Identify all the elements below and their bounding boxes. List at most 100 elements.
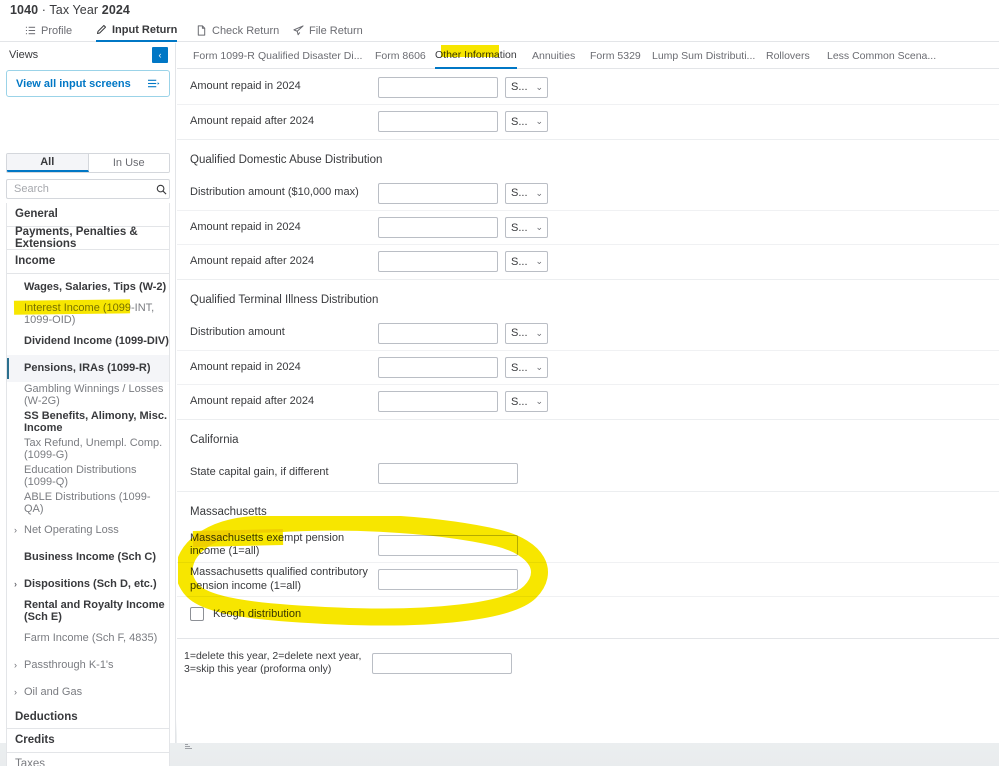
field-label: Amount repaid in 2024 (190, 80, 301, 93)
qti-amount-repaid-in-2024-input[interactable] (378, 357, 498, 378)
resize-grip[interactable] (185, 742, 194, 751)
form-tab-rollovers[interactable]: Rollovers (766, 43, 810, 69)
section-title: Massachusetts (177, 491, 999, 528)
sidebar-group-general[interactable]: General (7, 203, 169, 227)
section-title: California (177, 419, 999, 456)
state-select[interactable]: S... ⌄ (505, 357, 548, 378)
ma-qualified-contributory-pension-income-input[interactable] (378, 569, 518, 590)
sidebar-group-income[interactable]: Income (7, 250, 169, 274)
state-select[interactable]: S... ⌄ (505, 322, 548, 344)
continued-fields-group: Amount repaid in 2024 S... ⌄ Amount repa… (177, 69, 999, 138)
chevron-down-icon: ⌄ (535, 222, 543, 232)
sidebar-item-ss-benefits-alimony-misc-income[interactable]: SS Benefits, Alimony, Misc. Income (7, 408, 169, 436)
sidebar-item-label: Payments, Penalties & Extensions (15, 225, 138, 250)
active-item-marker (7, 357, 9, 379)
proforma-input[interactable] (372, 652, 512, 674)
chevron-right-icon: › (14, 524, 17, 535)
qda-amount-repaid-after-2024-input[interactable] (378, 251, 498, 272)
tax-year-value: 2024 (101, 3, 130, 17)
state-select[interactable]: S... ⌄ (505, 111, 548, 132)
sidebar-item-pensions-iras-1099-r[interactable]: Pensions, IRAs (1099-R) (7, 354, 169, 382)
sidebar-item-net-operating-loss[interactable]: › Net Operating Loss (7, 516, 169, 544)
qda-distribution-amount-input[interactable] (378, 182, 498, 204)
search-icon[interactable] (156, 184, 167, 195)
sidebar-item-education-distributions-1099-q[interactable]: Education Distributions (1099-Q) (7, 462, 169, 490)
sidebar-item-able-distributions-1099-qa[interactable]: ABLE Distributions (1099-QA) (7, 489, 169, 517)
form-tab-other-information[interactable]: Other Information (435, 43, 517, 69)
sidebar-group-taxes[interactable]: Taxes (7, 752, 169, 766)
amount-repaid-in-2024-input[interactable] (378, 76, 498, 98)
form-tab-lump-sum-distributi[interactable]: Lump Sum Distributi... (652, 43, 755, 69)
field-row: Massachusetts exempt pension income (1=a… (177, 528, 999, 562)
chevron-left-icon[interactable]: ‹ (152, 47, 168, 63)
qti-amount-repaid-after-2024-input[interactable] (378, 391, 498, 412)
sidebar-item-label: Deductions (15, 710, 78, 723)
form-tab-less-common-scena[interactable]: Less Common Scena... (827, 43, 936, 69)
form-tab-label: Rollovers (766, 50, 810, 62)
form-tab-label: Less Common Scena... (827, 50, 937, 62)
sidebar-item-oil-and-gas[interactable]: › Oil and Gas (7, 678, 169, 706)
form-tab-annuities[interactable]: Annuities (532, 43, 575, 69)
form-tab-label: Lump Sum Distributi... (652, 50, 756, 62)
sidebar-item-dispositions-sch-d-etc[interactable]: › Dispositions (Sch D, etc.) (7, 570, 169, 598)
tab-input-return[interactable]: Input Return (96, 20, 178, 42)
state-select-value: S... (511, 115, 528, 128)
field-label: Massachusetts qualified contributory pen… (190, 566, 368, 592)
sidebar-item-gambling-winnings-losses-w-2g[interactable]: Gambling Winnings / Losses (W-2G) (7, 381, 169, 409)
search-input[interactable] (14, 183, 156, 195)
field-label: Distribution amount (190, 326, 285, 339)
qti-distribution-amount-input[interactable] (378, 322, 498, 344)
sidebar-item-interest-income-1099-int-1099-oid[interactable]: Interest Income (1099-INT, 1099-OID) (7, 300, 169, 328)
sidebar-item-rental-and-royalty-income-sch-e[interactable]: Rental and Royalty Income (Sch E) (7, 597, 169, 625)
tab-profile[interactable]: Profile (25, 20, 72, 42)
list-arrow-icon (147, 78, 160, 89)
sidebar-item-business-income-sch-c[interactable]: Business Income (Sch C) (7, 543, 169, 571)
tab-check-return[interactable]: Check Return (196, 20, 279, 42)
keogh-distribution-label: Keogh distribution (213, 607, 302, 620)
form-tab-qualified-disaster-di[interactable]: Qualified Disaster Di... (258, 43, 362, 69)
sidebar-item-farm-income-sch-f-4835[interactable]: Farm Income (Sch F, 4835) (7, 624, 169, 652)
keogh-distribution-checkbox[interactable] (190, 606, 204, 621)
state-select-value: S... (511, 187, 528, 199)
form-scroll-area[interactable]: Amount repaid in 2024 S... ⌄ Amount repa… (177, 69, 999, 743)
tab-check-return-label: Check Return (212, 24, 280, 37)
state-select[interactable]: S... ⌄ (505, 391, 548, 412)
form-tab-form-1099-r[interactable]: Form 1099-R (193, 43, 255, 69)
sidebar-group-payments-penalties-extensions[interactable]: Payments, Penalties & Extensions (7, 225, 169, 250)
views-header: Views ‹ (0, 43, 176, 67)
filter-segmented-control: All In Use (6, 153, 170, 173)
state-select[interactable]: S... ⌄ (505, 182, 548, 204)
sidebar-item-label: Wages, Salaries, Tips (W-2) (24, 281, 167, 293)
field-row: Amount repaid after 2024 S... ⌄ (177, 244, 999, 278)
paper-plane-icon (293, 25, 304, 36)
qda-amount-repaid-in-2024-input[interactable] (378, 217, 498, 238)
sidebar-item-label: Credits (15, 734, 55, 747)
sidebar-group-credits[interactable]: Credits (7, 729, 169, 753)
form-number: 1040 (10, 3, 39, 17)
ma-exempt-pension-income-input[interactable] (378, 534, 518, 556)
section-massachusetts: Massachusetts Massachusetts exempt pensi… (177, 490, 999, 630)
sidebar-item-passthrough-k-1-s[interactable]: › Passthrough K-1's (7, 651, 169, 679)
view-all-input-screens-button[interactable]: View all input screens (6, 70, 170, 97)
ca-state-capital-gain-input[interactable] (378, 462, 518, 484)
form-tab-form-8606[interactable]: Form 8606 (375, 43, 426, 69)
pencil-icon (96, 24, 107, 35)
sidebar-group-deductions[interactable]: Deductions (7, 705, 169, 729)
form-tab-label: Form 8606 (375, 50, 426, 62)
sidebar-item-label: SS Benefits, Alimony, Misc. Income (24, 410, 168, 434)
chevron-right-icon: › (14, 659, 17, 670)
form-tab-form-5329[interactable]: Form 5329 (590, 43, 641, 69)
filter-in-use-button[interactable]: In Use (88, 154, 169, 172)
amount-repaid-after-2024-input[interactable] (378, 111, 498, 132)
sidebar-item-tax-refund-unempl-comp-1099-g[interactable]: Tax Refund, Unempl. Comp. (1099-G) (7, 435, 169, 463)
state-select[interactable]: S... ⌄ (505, 217, 548, 238)
field-label: Amount repaid after 2024 (190, 394, 315, 407)
filter-all-button[interactable]: All (7, 154, 89, 172)
tab-file-return[interactable]: File Return (293, 20, 363, 42)
state-select[interactable]: S... ⌄ (505, 76, 548, 98)
sidebar-item-wages-salaries-tips-w-2[interactable]: Wages, Salaries, Tips (W-2) (7, 273, 169, 301)
sidebar-item-dividend-income-1099-div[interactable]: Dividend Income (1099-DIV) (7, 327, 169, 355)
state-select[interactable]: S... ⌄ (505, 251, 548, 272)
chevron-down-icon: ⌄ (535, 396, 543, 406)
sidebar-search[interactable] (6, 179, 170, 199)
